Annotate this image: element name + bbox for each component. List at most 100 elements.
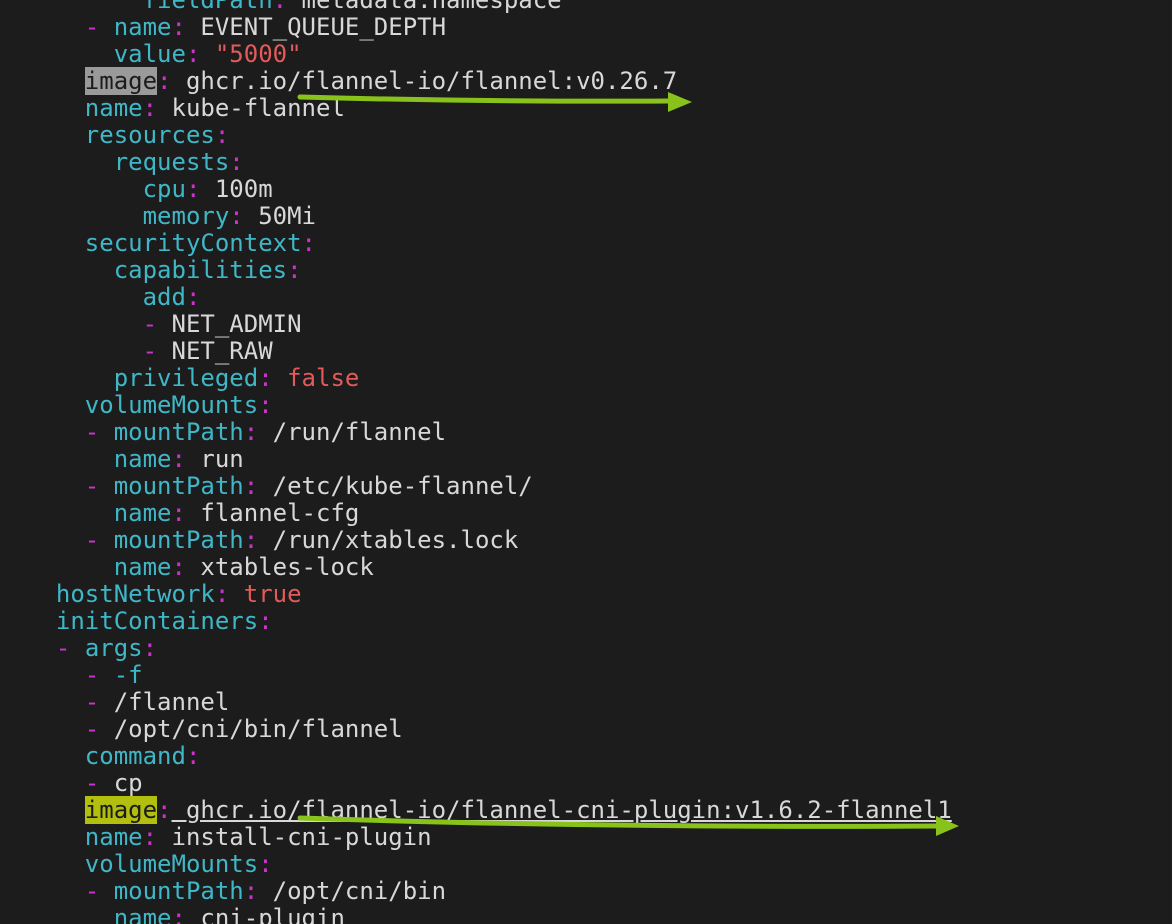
key-colon: : <box>185 175 201 203</box>
key-colon: : <box>171 904 186 924</box>
yaml-value: ghcr.io/flannel-io/flannel-cni-plugin:v1… <box>171 796 952 824</box>
yaml-key: name <box>84 94 143 122</box>
code-line[interactable]: add: <box>27 283 201 311</box>
code-line[interactable]: memory: 50Mi <box>27 203 316 230</box>
yaml-value: install-cni-plugin <box>157 823 432 851</box>
key-colon: : <box>243 526 259 554</box>
code-line[interactable]: fieldPath: metadata.namespace <box>27 0 562 14</box>
code-line[interactable]: - mountPath: /run/flannel <box>27 419 446 446</box>
yaml-value: "5000" <box>200 40 302 68</box>
yaml-key: initContainers <box>55 607 259 635</box>
yaml-key: name <box>113 499 172 527</box>
key-colon: : <box>243 418 259 446</box>
key-colon: : <box>142 94 158 122</box>
terminal-editor[interactable]: fieldPath: metadata.namespace - name: EV… <box>0 0 1172 924</box>
code-line[interactable]: - mountPath: /run/xtables.lock <box>27 526 519 554</box>
yaml-key: capabilities <box>113 256 288 284</box>
yaml-key: mountPath <box>113 472 244 500</box>
key-colon: : <box>243 877 259 905</box>
code-line[interactable]: name: flannel-cfg <box>27 499 360 527</box>
list-dash: - <box>84 661 114 689</box>
code-line[interactable]: name: cni-plugin <box>27 905 345 924</box>
yaml-value: NET_ADMIN <box>171 310 302 338</box>
code-line[interactable]: - NET_RAW <box>27 338 273 365</box>
key-colon: : <box>287 256 302 284</box>
code-line[interactable]: securityContext: <box>27 230 316 257</box>
code-line[interactable]: volumeMounts: <box>27 851 273 878</box>
yaml-key: name <box>113 13 172 41</box>
yaml-value: flannel-cfg <box>185 499 360 527</box>
code-line[interactable]: capabilities: <box>27 257 302 284</box>
code-line[interactable]: name: run <box>27 446 244 473</box>
yaml-value: cp <box>113 769 143 797</box>
yaml-value: /etc/kube-flannel/ <box>258 472 533 500</box>
code-line[interactable]: - name: EVENT_QUEUE_DEPTH <box>27 14 446 41</box>
list-dash: - <box>84 526 114 554</box>
code-line[interactable]: name: install-cni-plugin <box>27 824 432 851</box>
key-colon: : <box>185 742 201 770</box>
yaml-key: name <box>84 823 143 851</box>
code-line[interactable]: resources: <box>27 121 230 149</box>
arrow-annotation-1 <box>297 92 692 112</box>
key-colon: : <box>258 607 273 635</box>
code-line[interactable]: hostNetwork: true <box>27 581 302 608</box>
code-line[interactable]: - mountPath: /etc/kube-flannel/ <box>27 473 533 500</box>
code-line[interactable]: name: xtables-lock <box>27 554 374 581</box>
code-line[interactable]: - NET_ADMIN <box>27 311 302 338</box>
list-dash: - <box>84 688 114 716</box>
code-line[interactable]: - /flannel <box>27 688 230 716</box>
list-dash: - <box>84 769 114 797</box>
code-line[interactable]: value: "5000" <box>27 41 302 68</box>
code-line[interactable]: requests: <box>27 149 244 176</box>
key-colon: : <box>258 850 273 878</box>
yaml-value: /run/flannel <box>258 418 447 446</box>
code-line[interactable]: - /opt/cni/bin/flannel <box>27 716 403 743</box>
yaml-key: add <box>142 283 186 311</box>
code-line[interactable]: - cp <box>27 770 143 797</box>
code-line[interactable]: - -f <box>27 662 143 689</box>
code-line[interactable]: command: <box>27 742 201 770</box>
yaml-value: /opt/cni/bin/flannel <box>113 715 403 743</box>
yaml-value: /run/xtables.lock <box>258 526 519 554</box>
code-line[interactable]: image: ghcr.io/flannel-io/flannel-cni-pl… <box>27 796 952 824</box>
code-line[interactable]: - mountPath: /opt/cni/bin <box>27 878 446 905</box>
list-dash: - <box>84 13 114 41</box>
code-line[interactable]: privileged: false <box>27 365 360 392</box>
list-dash: - <box>142 310 172 338</box>
yaml-value: ghcr.io/flannel-io/flannel:v0.26.7 <box>171 67 678 95</box>
key-colon: : <box>243 472 259 500</box>
yaml-key: mountPath <box>113 418 244 446</box>
yaml-key: image <box>84 67 158 95</box>
code-line[interactable]: name: kube-flannel <box>27 95 345 122</box>
code-line[interactable]: image: ghcr.io/flannel-io/flannel:v0.26.… <box>27 67 678 95</box>
code-line[interactable]: - args: <box>27 635 157 662</box>
yaml-key: args <box>84 634 143 662</box>
key-colon: : <box>142 823 158 851</box>
key-colon: : <box>171 13 186 41</box>
key-colon: : <box>171 499 186 527</box>
yaml-value: metadata.namespace <box>287 0 562 14</box>
code-line[interactable]: initContainers: <box>27 608 273 635</box>
key-colon: : <box>229 148 244 176</box>
code-line[interactable]: volumeMounts: <box>27 392 273 419</box>
yaml-key: securityContext <box>84 229 302 257</box>
yaml-key: requests <box>113 148 230 176</box>
yaml-key: name <box>113 904 172 924</box>
code-line[interactable]: cpu: 100m <box>27 176 273 203</box>
list-dash: - <box>84 418 114 446</box>
yaml-value: /flannel <box>113 688 230 716</box>
